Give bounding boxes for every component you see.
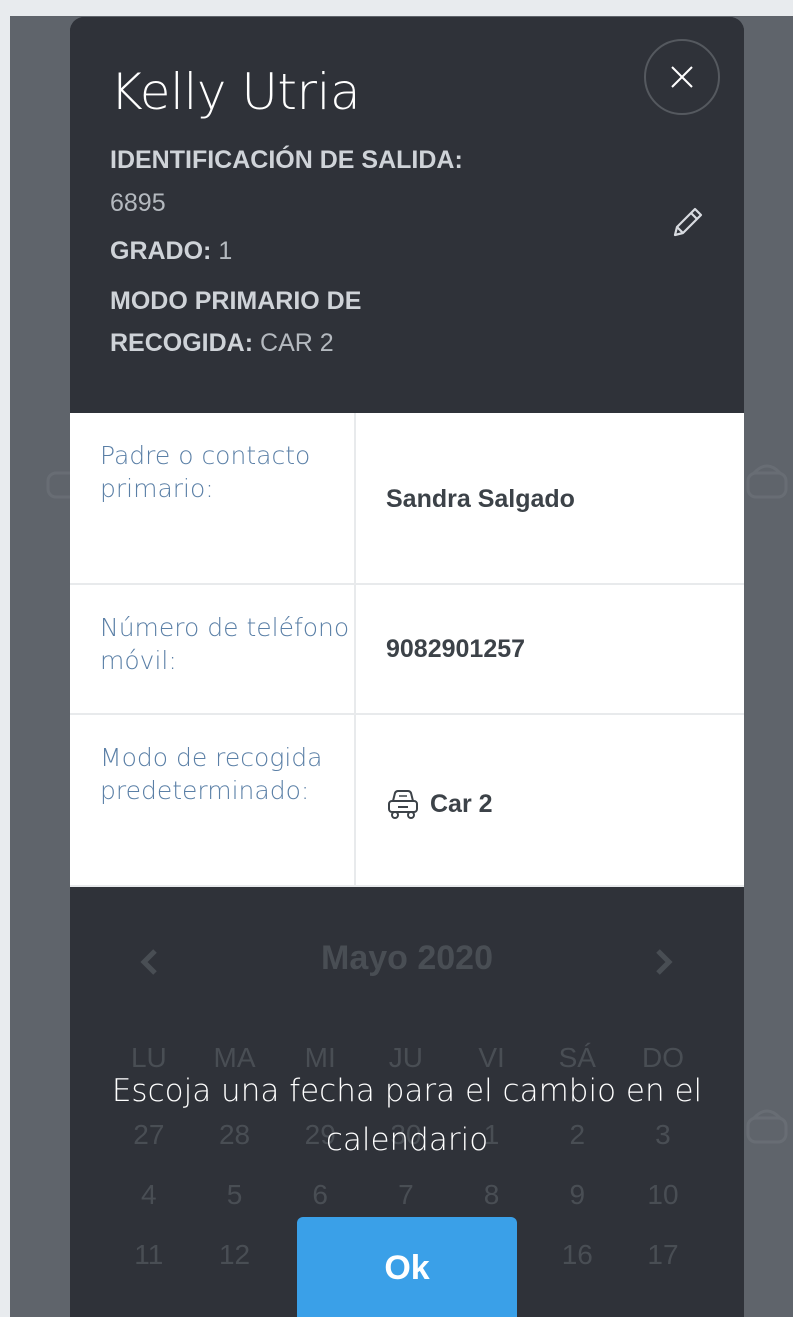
page-left-strip (0, 0, 10, 1317)
calendar-week-row: 4 5 6 7 8 9 10 (106, 1179, 706, 1211)
grade-label: GRADO: (110, 237, 212, 265)
dismissal-id-value-row: 6895 (110, 187, 166, 219)
close-button[interactable] (644, 39, 720, 115)
column-divider (354, 585, 356, 713)
pickup-mode-label-line1: MODO PRIMARIO DE (110, 287, 362, 315)
student-detail-modal: Kelly Utria IDENTIFICACIÓN DE SALIDA: 68… (70, 17, 744, 1317)
page-top-strip (0, 0, 793, 16)
student-header: Kelly Utria IDENTIFICACIÓN DE SALIDA: 68… (70, 17, 744, 413)
calendar-day[interactable]: 8 (449, 1179, 535, 1211)
calendar-day[interactable]: 7 (363, 1179, 449, 1211)
default-pickup-mode-label: Modo de recogida predeterminado: (100, 743, 323, 805)
calendar-day[interactable]: 16 (534, 1239, 620, 1271)
calendar-month-title: Mayo 2020 (321, 939, 493, 977)
primary-contact-label: Padre o contacto primario: (100, 441, 311, 503)
background-car-icon (746, 464, 788, 499)
close-icon (671, 66, 693, 88)
column-divider (354, 715, 356, 885)
contact-details-table: Padre o contacto primario: Sandra Salgad… (70, 413, 744, 887)
calendar-day[interactable]: 6 (277, 1179, 363, 1211)
calendar-day[interactable]: 11 (106, 1239, 192, 1271)
calendar-day[interactable]: 12 (192, 1239, 278, 1271)
table-row: Padre o contacto primario: Sandra Salgad… (70, 413, 744, 585)
mobile-phone-value: 9082901257 (386, 635, 526, 663)
table-row: Número de teléfono móvil: 9082901257 (70, 585, 744, 715)
calendar-day[interactable]: 17 (620, 1239, 706, 1271)
dismissal-id-label: IDENTIFICACIÓN DE SALIDA: (110, 146, 463, 174)
pickup-mode-row: MODO PRIMARIO DE (110, 285, 361, 317)
table-row: Modo de recogida predeterminado: Car 2 (70, 715, 744, 887)
date-prompt-message: Escoja una fecha para el cambio en el ca… (111, 1073, 703, 1158)
calendar-day[interactable]: 10 (620, 1179, 706, 1211)
background-car-icon (746, 1109, 788, 1144)
pencil-icon (673, 207, 703, 237)
student-name: Kelly Utria (110, 63, 361, 121)
mobile-phone-label: Número de teléfono móvil: (100, 613, 350, 675)
calendar-day[interactable]: 4 (106, 1179, 192, 1211)
pickup-mode-label-line2: RECOGIDA: (110, 329, 254, 357)
next-month-icon[interactable] (648, 947, 678, 977)
grade-row: GRADO: 1 (110, 235, 232, 267)
default-pickup-mode-value-group: Car 2 (386, 787, 493, 821)
grade-value: 1 (218, 237, 233, 265)
calendar-day[interactable]: 5 (192, 1179, 278, 1211)
dismissal-id-row: IDENTIFICACIÓN DE SALIDA: (110, 144, 463, 176)
primary-contact-value: Sandra Salgado (386, 485, 575, 513)
pickup-mode-value: CAR 2 (260, 329, 334, 357)
column-divider (354, 413, 356, 583)
default-pickup-mode-value: Car 2 (430, 789, 493, 818)
edit-button[interactable] (667, 203, 707, 243)
dismissal-id-value: 6895 (110, 189, 166, 217)
car-icon (388, 790, 418, 819)
calendar-day[interactable]: 9 (534, 1179, 620, 1211)
ok-button[interactable]: Ok (297, 1217, 517, 1317)
pickup-mode-row-2: RECOGIDA: CAR 2 (110, 327, 334, 359)
